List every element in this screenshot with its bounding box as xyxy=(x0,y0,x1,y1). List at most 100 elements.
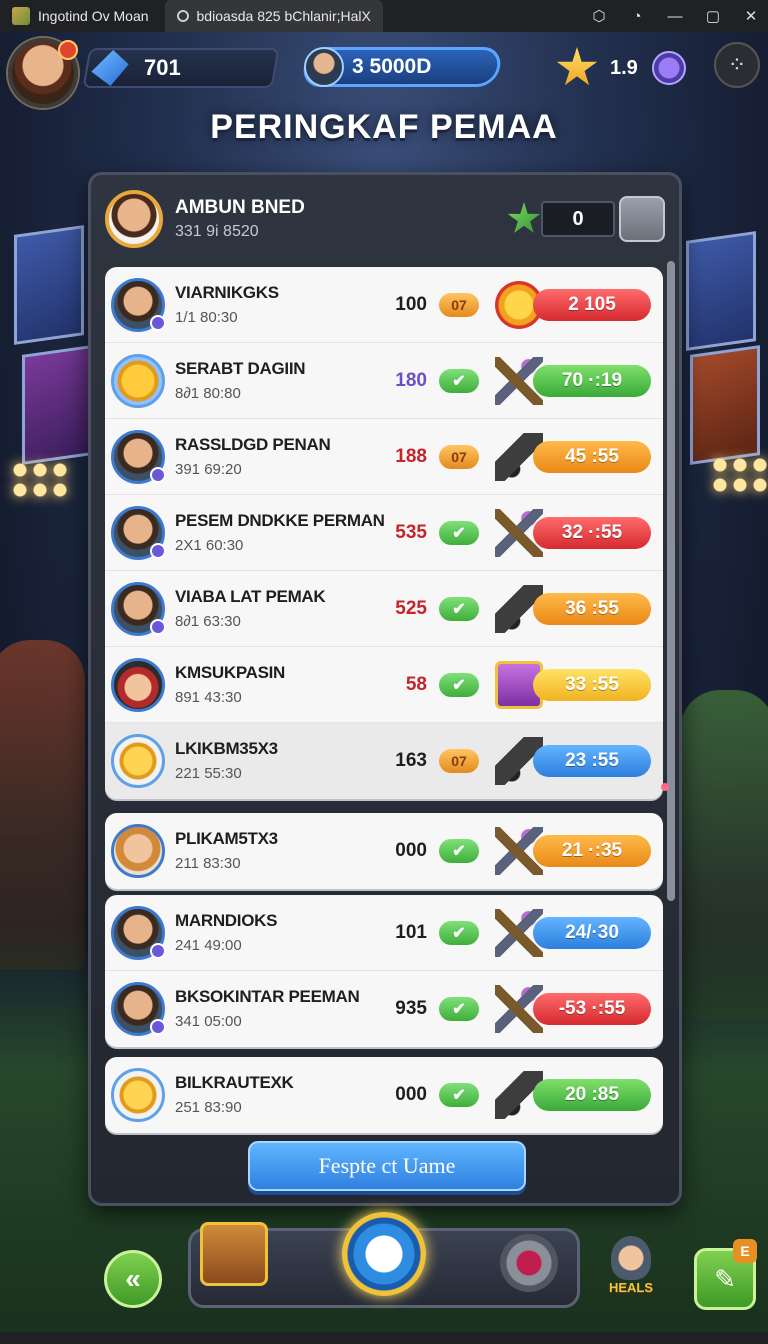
status-badge: ✔ xyxy=(439,997,479,1021)
minimize-button[interactable]: — xyxy=(658,0,692,32)
chest-icon[interactable] xyxy=(200,1222,268,1286)
tab-active[interactable]: bdioasda 825 bChlanir;HalX xyxy=(164,0,383,32)
leaderboard-row[interactable]: RASSLDGD PENAN 391 69:20 188 07 45 :55 xyxy=(105,419,663,495)
player-name: MARNDIOKS xyxy=(175,911,278,930)
reward-bar[interactable]: 32 ·:55 xyxy=(533,516,651,549)
player-time: 221 55:30 xyxy=(175,765,242,782)
leaderboard-row[interactable]: SERABT DAGIIN 8∂1 80:80 180 ✔ 70 ·:19 xyxy=(105,343,663,419)
player-points: 935 xyxy=(395,998,427,1019)
leaderboard-list: PLIKAM5TX3 211 83:30 000 ✔ 21 ·:35 xyxy=(105,813,663,889)
player-avatar xyxy=(111,734,165,788)
player-avatar xyxy=(111,1068,165,1122)
primary-action-button[interactable]: Fespte ct Uame xyxy=(248,1141,526,1191)
player-avatar xyxy=(111,581,166,636)
extension-icon[interactable]: ⬡ xyxy=(582,0,616,32)
status-badge: 07 xyxy=(439,292,479,317)
notification-badge-icon xyxy=(58,40,78,60)
leaderboard-row[interactable]: PLIKAM5TX3 211 83:30 000 ✔ 21 ·:35 xyxy=(105,813,663,889)
game-app-icon xyxy=(12,7,30,25)
reward-bar[interactable]: 33 :55 xyxy=(533,668,651,701)
player-avatar xyxy=(111,505,166,560)
leaderboard-row[interactable]: VIARNIKGKS 1/1 80:30 100 07 2 105 xyxy=(105,267,663,343)
player-points: 525 xyxy=(395,597,427,619)
current-player-row[interactable]: AMBUN BNED 331 9i 8520 0 xyxy=(105,183,665,255)
star-icon xyxy=(556,47,598,86)
reward-bar[interactable]: -53 ·:55 xyxy=(533,993,651,1025)
player-name: LKIKBM35X3 xyxy=(175,739,278,758)
window-titlebar: Ingotind Ov Moan bdioasda 825 bChlanir;H… xyxy=(0,0,768,32)
gem-icon xyxy=(89,50,131,86)
reward-bar[interactable]: 36 :55 xyxy=(533,592,651,625)
reward-bar[interactable]: 21 ·:35 xyxy=(533,835,651,867)
current-player-score: 0 xyxy=(541,201,615,237)
tab-label: bdioasda 825 bChlanir;HalX xyxy=(196,8,371,24)
reward-bar[interactable]: 2 105 xyxy=(533,288,651,321)
player-time: 241 49:00 xyxy=(175,937,242,954)
maximize-button[interactable]: ▢ xyxy=(696,0,730,32)
player-avatar xyxy=(111,353,165,408)
status-badge: 07 xyxy=(439,749,479,773)
player-points: 535 xyxy=(395,521,427,543)
level-badge-icon xyxy=(150,466,166,483)
gem-counter[interactable]: 701 xyxy=(82,48,280,88)
double-chevron-left-icon: « xyxy=(125,1263,141,1294)
level-badge-icon xyxy=(150,314,166,331)
player-time: 251 83:90 xyxy=(175,1099,242,1116)
player-avatar[interactable] xyxy=(8,38,78,108)
banner-flag xyxy=(686,231,756,351)
player-time: 391 69:20 xyxy=(175,461,242,478)
player-points: 180 xyxy=(395,369,427,391)
menu-button[interactable]: ⁘ xyxy=(714,42,760,88)
page-title: PERINGKAF PEMAA xyxy=(210,108,558,146)
edit-button[interactable]: ✎ E xyxy=(694,1239,757,1310)
reward-bar[interactable]: 70 ·:19 xyxy=(533,364,651,397)
clover-icon xyxy=(507,202,541,233)
player-time: 8∂1 80:80 xyxy=(175,385,241,402)
status-badge: 07 xyxy=(439,444,479,469)
score-counter[interactable]: 3 5000D xyxy=(300,47,504,87)
player-avatar xyxy=(111,657,165,712)
reward-bar[interactable]: 24/·30 xyxy=(533,916,651,949)
purple-gem-icon xyxy=(651,51,686,85)
back-button[interactable]: « xyxy=(104,1250,162,1308)
palette-icon[interactable]: ◔ xyxy=(620,0,654,32)
leaderboard-row[interactable]: MARNDIOKS 241 49:00 101 ✔ 24/·30 xyxy=(105,895,663,971)
player-points: 000 xyxy=(395,1084,427,1105)
player-points: 101 xyxy=(395,921,427,943)
reward-bar[interactable]: 20 :85 xyxy=(533,1079,651,1111)
reward-bar[interactable]: 23 :55 xyxy=(533,745,651,777)
banner-flag xyxy=(14,225,84,345)
leaderboard-row[interactable]: VIABA LAT PEMAK 8∂1 63:30 525 ✔ 36 :55 xyxy=(105,571,663,647)
leaderboard-row[interactable]: BILKRAUTEXK 251 83:90 000 ✔ 20 :85 xyxy=(105,1057,663,1133)
lock-icon[interactable] xyxy=(619,196,665,242)
heals-button[interactable]: HEALS xyxy=(600,1236,662,1310)
star-counter[interactable]: 1.9 xyxy=(556,47,696,88)
leaderboard-list: MARNDIOKS 241 49:00 101 ✔ 24/·30 BKSOKINTAR P… xyxy=(105,895,663,1047)
gem-count: 701 xyxy=(144,55,181,80)
level-badge-icon xyxy=(150,542,166,559)
tab-game[interactable]: Ingotind Ov Moan xyxy=(0,0,161,32)
status-badge: ✔ xyxy=(439,520,479,545)
close-button[interactable]: ✕ xyxy=(734,0,768,32)
scroll-indicator xyxy=(661,783,669,791)
player-name: VIARNIKGKS xyxy=(175,283,279,302)
level-badge-icon xyxy=(150,942,166,959)
leaderboard-row[interactable]: KMSUKPASIN 891 43:30 58 ✔ 33 :55 xyxy=(105,647,663,723)
clock-icon[interactable] xyxy=(342,1212,426,1296)
player-time: 341 05:00 xyxy=(175,1013,242,1030)
current-player-sub: 331 9i 8520 xyxy=(175,223,259,240)
leaderboard-row[interactable]: LKIKBM35X3 221 55:30 163 07 23 :55 xyxy=(105,723,663,799)
pencil-icon: ✎ xyxy=(714,1263,736,1294)
leaderboard-row[interactable]: BKSOKINTAR PEEMAN 341 05:00 935 ✔ -53 ·:55 xyxy=(105,971,663,1047)
gear-icon[interactable] xyxy=(500,1234,558,1292)
hero-face-icon xyxy=(304,47,344,87)
scrollbar[interactable] xyxy=(667,261,675,901)
level-badge-icon xyxy=(150,618,166,635)
reward-bar[interactable]: 45 :55 xyxy=(533,440,651,473)
player-avatar xyxy=(111,824,165,878)
player-points: 100 xyxy=(395,293,427,315)
taskbar xyxy=(0,1332,768,1344)
player-time: 2X1 60:30 xyxy=(175,537,244,554)
leaderboard-row[interactable]: PESEM DNDKKE PERMAN 2X1 60:30 535 ✔ 32 ·:55 xyxy=(105,495,663,571)
current-player-name: AMBUN BNED xyxy=(175,197,305,218)
